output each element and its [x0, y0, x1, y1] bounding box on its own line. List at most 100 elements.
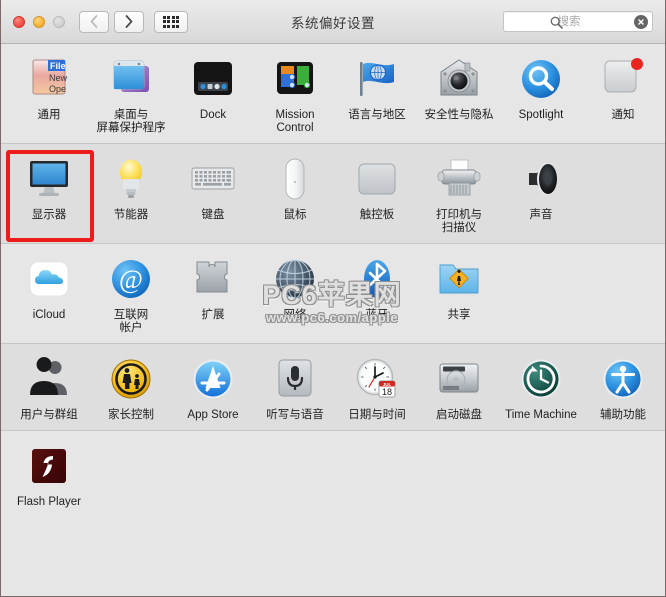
pref-label: 节能器 — [113, 209, 149, 221]
pref-users-groups[interactable]: 用户与群组 — [8, 354, 90, 422]
pref-sharing[interactable]: 共享 — [418, 254, 500, 335]
pref-label: 声音 — [529, 209, 553, 221]
pref-app-store[interactable]: App Store — [172, 354, 254, 422]
close-icon — [637, 18, 645, 26]
pref-label: 打印机与 扫描仪 — [436, 209, 482, 234]
titlebar: 系统偏好设置 — [1, 0, 665, 44]
dock-icon — [188, 54, 238, 104]
pref-internet-accounts[interactable]: @ 互联网 帐户 — [90, 254, 172, 335]
pref-label: 鼠标 — [283, 209, 307, 221]
pref-label: App Store — [187, 409, 239, 421]
pref-label: 听写与语音 — [266, 409, 324, 421]
search-input[interactable] — [504, 12, 652, 31]
security-privacy-icon — [434, 54, 484, 104]
pref-label: 共享 — [447, 309, 471, 321]
preference-row: iCloud @ 互联网 帐户 扩展 网络 蓝牙 共享 — [1, 244, 665, 343]
extensions-icon — [188, 254, 238, 304]
pref-label: Dock — [199, 109, 227, 121]
svg-text:@: @ — [119, 265, 143, 294]
pref-desktop-screensaver[interactable]: 桌面与 屏幕保护程序 — [90, 54, 172, 135]
pref-label: 网络 — [283, 309, 307, 321]
language-region-icon — [352, 54, 402, 104]
users-groups-icon — [24, 354, 74, 404]
accessibility-icon — [598, 354, 648, 404]
startup-disk-icon — [434, 354, 484, 404]
printers-scanners-icon — [434, 154, 484, 204]
pref-time-machine[interactable]: Time Machine — [500, 354, 582, 422]
clear-search-button[interactable] — [634, 15, 648, 29]
search-field[interactable] — [503, 11, 653, 32]
desktop-screensaver-icon — [106, 54, 156, 104]
pref-dictation-speech[interactable]: 听写与语音 — [254, 354, 336, 422]
mission-control-icon — [270, 54, 320, 104]
pref-label: iCloud — [32, 309, 66, 321]
svg-text:Ope: Ope — [49, 84, 66, 94]
pref-network[interactable]: 网络 — [254, 254, 336, 335]
pref-label: Time Machine — [505, 409, 577, 421]
general-icon: File New Ope — [24, 54, 74, 104]
show-all-button[interactable] — [154, 10, 188, 33]
forward-button[interactable] — [114, 10, 144, 33]
pref-label: Spotlight — [518, 109, 564, 121]
pref-date-time[interactable]: JUL 18 日期与时间 — [336, 354, 418, 422]
pref-sound[interactable]: 声音 — [500, 154, 582, 235]
sound-icon — [516, 154, 566, 204]
displays-icon — [24, 154, 74, 204]
pref-accessibility[interactable]: 辅助功能 — [582, 354, 664, 422]
svg-text:File: File — [50, 61, 66, 71]
parental-controls-icon — [106, 354, 156, 404]
pref-label: 扩展 — [201, 309, 225, 321]
date-time-icon: JUL 18 — [352, 354, 402, 404]
pref-security-privacy[interactable]: 安全性与隐私 — [418, 54, 500, 135]
pref-energy-saver[interactable]: 节能器 — [90, 154, 172, 235]
preference-row: Flash Player — [1, 431, 665, 517]
pref-bluetooth[interactable]: 蓝牙 — [336, 254, 418, 335]
pref-label: 辅助功能 — [600, 409, 646, 421]
spotlight-icon — [516, 54, 566, 104]
pref-keyboard[interactable]: 键盘 — [172, 154, 254, 235]
pref-extensions[interactable]: 扩展 — [172, 254, 254, 335]
pref-notifications[interactable]: 通知 — [582, 54, 664, 135]
pref-printers-scanners[interactable]: 打印机与 扫描仪 — [418, 154, 500, 235]
preference-row: 显示器 节能器 键盘 鼠标 触控板 打印机与 扫描仪 声音 — [1, 144, 665, 243]
app-store-icon — [188, 354, 238, 404]
dictation-speech-icon — [270, 354, 320, 404]
pref-label: 显示器 — [31, 209, 67, 221]
pref-displays[interactable]: 显示器 — [8, 154, 90, 235]
pref-label: 触控板 — [359, 209, 395, 221]
pref-startup-disk[interactable]: 启动磁盘 — [418, 354, 500, 422]
pref-label: 键盘 — [201, 209, 225, 221]
pref-label: 语言与地区 — [348, 109, 406, 121]
pref-mission-control[interactable]: Mission Control — [254, 54, 336, 135]
group-internet: iCloud @ 互联网 帐户 扩展 网络 蓝牙 共享 — [1, 244, 665, 343]
energy-saver-icon — [106, 154, 156, 204]
sharing-icon — [434, 254, 484, 304]
pref-label: 互联网 帐户 — [113, 309, 149, 334]
pref-label: 家长控制 — [108, 409, 154, 421]
pref-parental-controls[interactable]: 家长控制 — [90, 354, 172, 422]
preferences-grid: File New Ope 通用 桌面与 屏幕保护程序 Dock Mission … — [1, 44, 665, 596]
svg-text:18: 18 — [382, 387, 392, 397]
minimize-button[interactable] — [33, 15, 45, 28]
pref-dock[interactable]: Dock — [172, 54, 254, 135]
group-personal: File New Ope 通用 桌面与 屏幕保护程序 Dock Mission … — [1, 44, 665, 143]
preference-row: File New Ope 通用 桌面与 屏幕保护程序 Dock Mission … — [1, 44, 665, 143]
pref-label: 桌面与 屏幕保护程序 — [96, 109, 166, 134]
pref-label: 蓝牙 — [365, 309, 389, 321]
icloud-icon — [24, 254, 74, 304]
pref-language-region[interactable]: 语言与地区 — [336, 54, 418, 135]
pref-icloud[interactable]: iCloud — [8, 254, 90, 335]
pref-label: Mission Control — [275, 109, 315, 134]
pref-mouse[interactable]: 鼠标 — [254, 154, 336, 235]
pref-spotlight[interactable]: Spotlight — [500, 54, 582, 135]
pref-label: Flash Player — [17, 496, 81, 508]
pref-flash-player[interactable]: Flash Player — [8, 441, 90, 509]
close-button[interactable] — [13, 15, 25, 28]
network-icon — [270, 254, 320, 304]
pref-general[interactable]: File New Ope 通用 — [8, 54, 90, 135]
internet-accounts-icon: @ — [106, 254, 156, 304]
group-hardware: 显示器 节能器 键盘 鼠标 触控板 打印机与 扫描仪 声音 — [1, 144, 665, 243]
pref-label: 通用 — [37, 109, 61, 121]
pref-trackpad[interactable]: 触控板 — [336, 154, 418, 235]
svg-text:New: New — [49, 73, 68, 83]
